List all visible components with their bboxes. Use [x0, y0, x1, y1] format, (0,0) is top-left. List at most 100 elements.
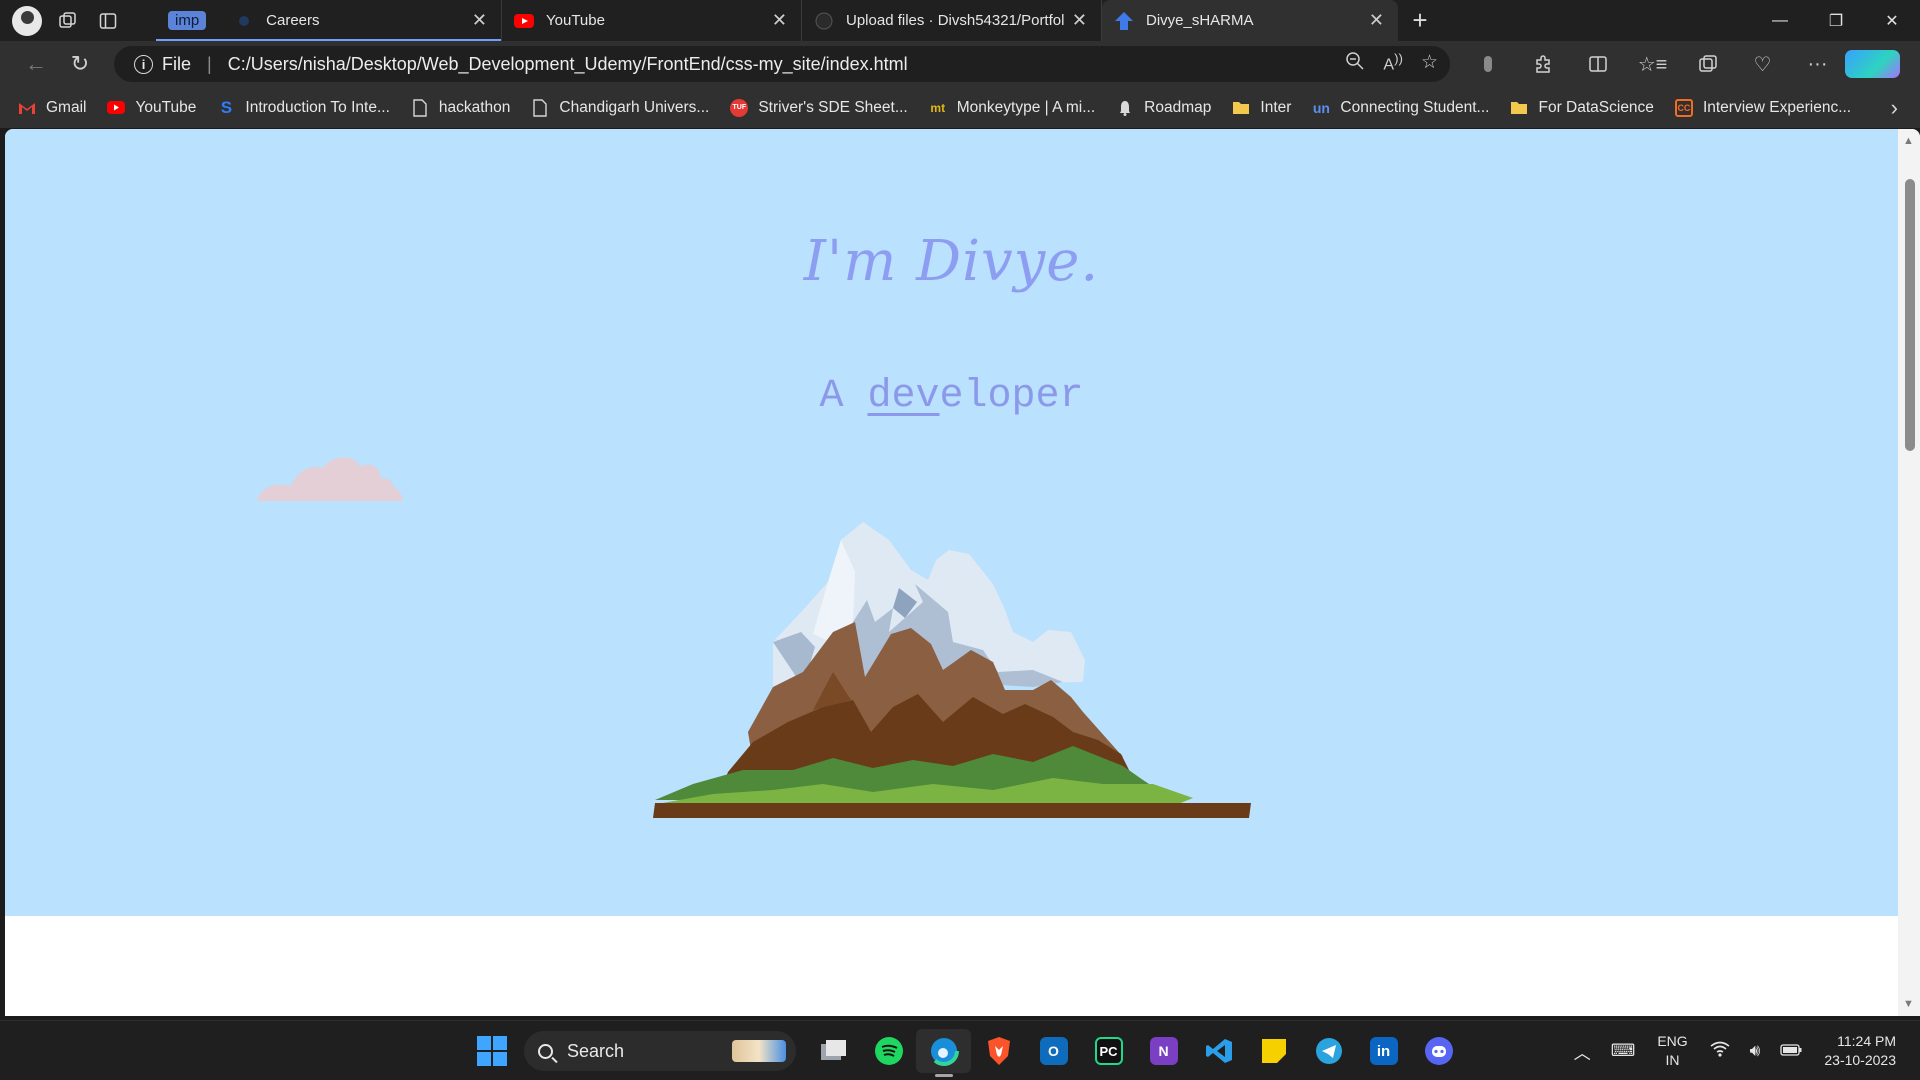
language-code: ENG: [1657, 1033, 1688, 1049]
scroll-up-icon[interactable]: ▲: [1903, 135, 1914, 147]
taskbar: Search O PC N in ︿ ⌨ ENG IN 🔊︎ 11:24 PM …: [0, 1020, 1920, 1080]
new-tab-button[interactable]: +: [1398, 5, 1442, 36]
tab-strip: imp Careers ✕ YouTube ✕ Upload files · D…: [0, 0, 1920, 41]
tab-upload-files[interactable]: Upload files · Divsh54321/Portfol ✕: [802, 0, 1102, 41]
bookmark-label: Gmail: [46, 98, 87, 116]
spotify-icon[interactable]: [861, 1029, 916, 1073]
page-subtitle: A developer: [5, 374, 1898, 419]
brave-icon[interactable]: [971, 1029, 1026, 1073]
search-icon: [538, 1043, 553, 1059]
tab-careers[interactable]: imp Careers ✕: [156, 0, 502, 41]
page-icon: [411, 98, 429, 117]
refresh-icon[interactable]: ↻: [58, 44, 102, 84]
tracking-icon[interactable]: [1460, 55, 1515, 73]
tab-title: YouTube: [546, 12, 605, 29]
bookmark-folder-datascience[interactable]: For DataScience: [1510, 98, 1654, 117]
discord-icon[interactable]: [1411, 1029, 1466, 1073]
keyboard-icon[interactable]: ⌨: [1611, 1041, 1636, 1061]
close-icon[interactable]: ✕: [772, 10, 787, 31]
language-indicator[interactable]: ENG IN: [1657, 1032, 1687, 1070]
clock[interactable]: 11:24 PM 23-10-2023: [1824, 1032, 1896, 1070]
bookmark-label: YouTube: [135, 98, 197, 116]
battery-icon[interactable]: [1780, 1041, 1802, 1061]
pycharm-icon[interactable]: PC: [1081, 1029, 1136, 1073]
url-text[interactable]: C:/Users/nisha/Desktop/Web_Development_U…: [228, 54, 1346, 75]
bookmark-gmail[interactable]: Gmail: [18, 99, 86, 117]
zoom-out-icon[interactable]: [1345, 51, 1365, 77]
profile-avatar[interactable]: [12, 5, 42, 36]
bookmark-youtube[interactable]: YouTube: [107, 99, 196, 117]
taskbar-search[interactable]: Search: [524, 1031, 796, 1071]
outlook-icon[interactable]: O: [1026, 1029, 1081, 1073]
tab-group-label[interactable]: imp: [168, 11, 207, 30]
bookmark-connecting[interactable]: un Connecting Student...: [1312, 98, 1490, 117]
restore-icon[interactable]: ❐: [1808, 0, 1864, 41]
subtitle-link[interactable]: dev: [867, 374, 939, 419]
wifi-icon[interactable]: [1710, 1041, 1730, 1062]
onenote-icon[interactable]: N: [1136, 1029, 1191, 1073]
read-aloud-icon[interactable]: A)): [1383, 51, 1403, 77]
screen: imp Careers ✕ YouTube ✕ Upload files · D…: [0, 0, 1920, 1080]
bookmark-monkeytype[interactable]: mt Monkeytype | A mi...: [929, 99, 1095, 117]
close-icon[interactable]: ✕: [1072, 10, 1087, 31]
bookmark-roadmap[interactable]: Roadmap: [1116, 99, 1211, 117]
vertical-scrollbar[interactable]: ▲ ▼: [1898, 129, 1920, 1016]
vertical-tabs-icon[interactable]: [88, 1, 128, 41]
favorites-icon[interactable]: ☆≡: [1625, 52, 1680, 77]
back-icon[interactable]: ←: [14, 44, 58, 84]
mountain-image: [653, 522, 1251, 818]
bookmark-label: Inter: [1260, 98, 1292, 116]
close-icon[interactable]: ✕: [472, 10, 487, 31]
more-menu-icon[interactable]: ···: [1790, 53, 1845, 76]
browser-essentials-icon[interactable]: ♡: [1735, 52, 1790, 77]
address-separator: |: [207, 53, 212, 74]
address-toolbar: ← ↻ i File | C:/Users/nisha/Desktop/Web_…: [0, 41, 1920, 87]
info-icon[interactable]: i: [134, 54, 153, 74]
search-highlight-icon: [732, 1040, 786, 1062]
split-screen-icon[interactable]: [1570, 54, 1625, 74]
telegram-icon[interactable]: [1301, 1029, 1356, 1073]
bookmark-label: Connecting Student...: [1340, 98, 1490, 116]
tab-title: Divye_sHARMA: [1146, 12, 1254, 29]
bookmark-folder-inter[interactable]: Inter: [1232, 99, 1291, 117]
bookmark-interview[interactable]: CC Interview Experienc...: [1674, 98, 1851, 117]
collections-icon[interactable]: [1680, 54, 1735, 74]
windows-start-icon[interactable]: [470, 1029, 514, 1073]
close-icon[interactable]: ✕: [1369, 10, 1384, 31]
youtube-icon: [107, 99, 126, 117]
copilot-icon[interactable]: [1845, 50, 1900, 78]
close-window-icon[interactable]: ✕: [1864, 0, 1920, 41]
clock-time: 11:24 PM: [1837, 1033, 1896, 1049]
hero-section: I'm Divye. A developer: [5, 129, 1898, 916]
vscode-icon[interactable]: [1191, 1029, 1246, 1073]
minimize-icon[interactable]: —: [1752, 0, 1808, 41]
sticky-notes-icon[interactable]: [1246, 1029, 1301, 1073]
favorite-star-icon[interactable]: ☆: [1421, 51, 1438, 77]
bookmark-introduction[interactable]: S Introduction To Inte...: [217, 98, 390, 117]
scrollbar-thumb[interactable]: [1905, 179, 1915, 451]
un-icon: un: [1312, 99, 1330, 116]
bell-icon: [1116, 99, 1134, 117]
file-explorer-icon[interactable]: [806, 1029, 861, 1073]
site-icon: [1114, 11, 1134, 31]
gmail-icon: [18, 99, 36, 117]
tab-youtube[interactable]: YouTube ✕: [502, 0, 802, 41]
address-bar[interactable]: i File | C:/Users/nisha/Desktop/Web_Deve…: [114, 46, 1450, 82]
tab-divye-sharma[interactable]: Divye_sHARMA ✕: [1102, 0, 1398, 41]
scroll-down-icon[interactable]: ▼: [1903, 998, 1914, 1010]
bookmark-hackathon[interactable]: hackathon: [411, 98, 510, 117]
volume-icon[interactable]: 🔊︎: [1750, 1041, 1761, 1061]
bookmark-striver[interactable]: TUF Striver's SDE Sheet...: [730, 98, 908, 117]
region-code: IN: [1665, 1052, 1680, 1068]
linkedin-icon[interactable]: in: [1356, 1029, 1411, 1073]
workspaces-icon[interactable]: [48, 1, 88, 41]
chevron-right-icon[interactable]: ›: [1891, 87, 1898, 128]
bookmark-chandigarh[interactable]: Chandigarh Univers...: [531, 99, 709, 117]
bookmark-label: Roadmap: [1144, 98, 1212, 116]
bookmark-label: For DataScience: [1538, 98, 1654, 116]
bookmark-label: Chandigarh Univers...: [559, 98, 710, 116]
extensions-icon[interactable]: [1515, 54, 1570, 74]
folder-icon: [1232, 99, 1250, 117]
edge-icon[interactable]: [916, 1029, 971, 1077]
chevron-up-icon[interactable]: ︿: [1574, 1039, 1591, 1064]
